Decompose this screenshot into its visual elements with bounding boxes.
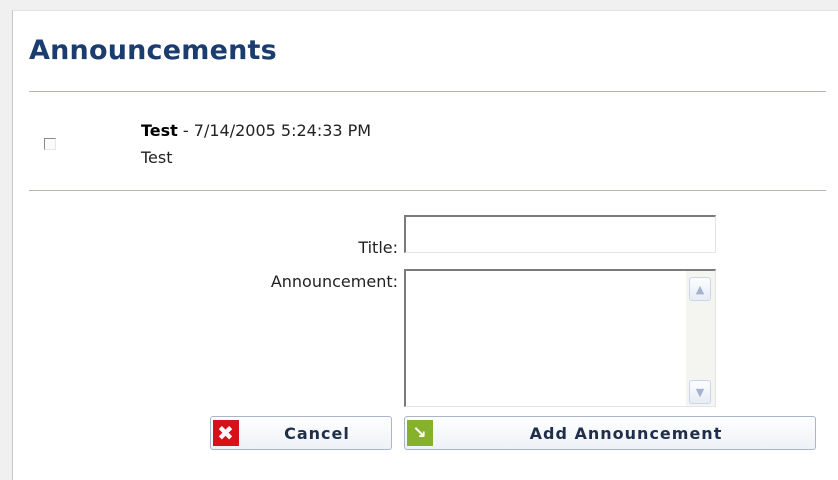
textarea-scrollbar[interactable]: ▲ ▼	[686, 271, 715, 406]
announcement-select-checkbox[interactable]	[44, 138, 56, 150]
title-input[interactable]	[404, 215, 716, 253]
announcement-label: Announcement:	[270, 272, 398, 291]
chevron-down-icon: ▼	[695, 385, 705, 399]
announcement-body: Test	[141, 148, 173, 167]
cancel-button-label: Cancel	[284, 424, 350, 443]
announcement-date: - 7/14/2005 5:24:33 PM	[182, 121, 372, 140]
title-label: Title:	[358, 238, 398, 257]
cancel-button[interactable]: ✖ Cancel	[210, 416, 392, 450]
add-announcement-button[interactable]: ↘ Add Announcement	[404, 416, 816, 450]
announcement-header: Test - 7/14/2005 5:24:33 PM	[141, 121, 371, 140]
scroll-up-button[interactable]: ▲	[689, 277, 711, 301]
close-icon: ✖	[213, 420, 239, 446]
scroll-down-button[interactable]: ▼	[689, 380, 711, 404]
announcement-title: Test	[141, 121, 178, 140]
bottom-divider	[29, 190, 826, 191]
add-announcement-button-label: Add Announcement	[529, 424, 723, 443]
page-title: Announcements	[29, 35, 277, 66]
top-divider	[29, 91, 826, 92]
chevron-up-icon: ▲	[695, 282, 705, 296]
arrow-down-right-icon: ↘	[407, 420, 433, 446]
announcement-textarea[interactable]: ▲ ▼	[404, 269, 716, 407]
announcements-panel: Announcements Test - 7/14/2005 5:24:33 P…	[12, 10, 838, 480]
